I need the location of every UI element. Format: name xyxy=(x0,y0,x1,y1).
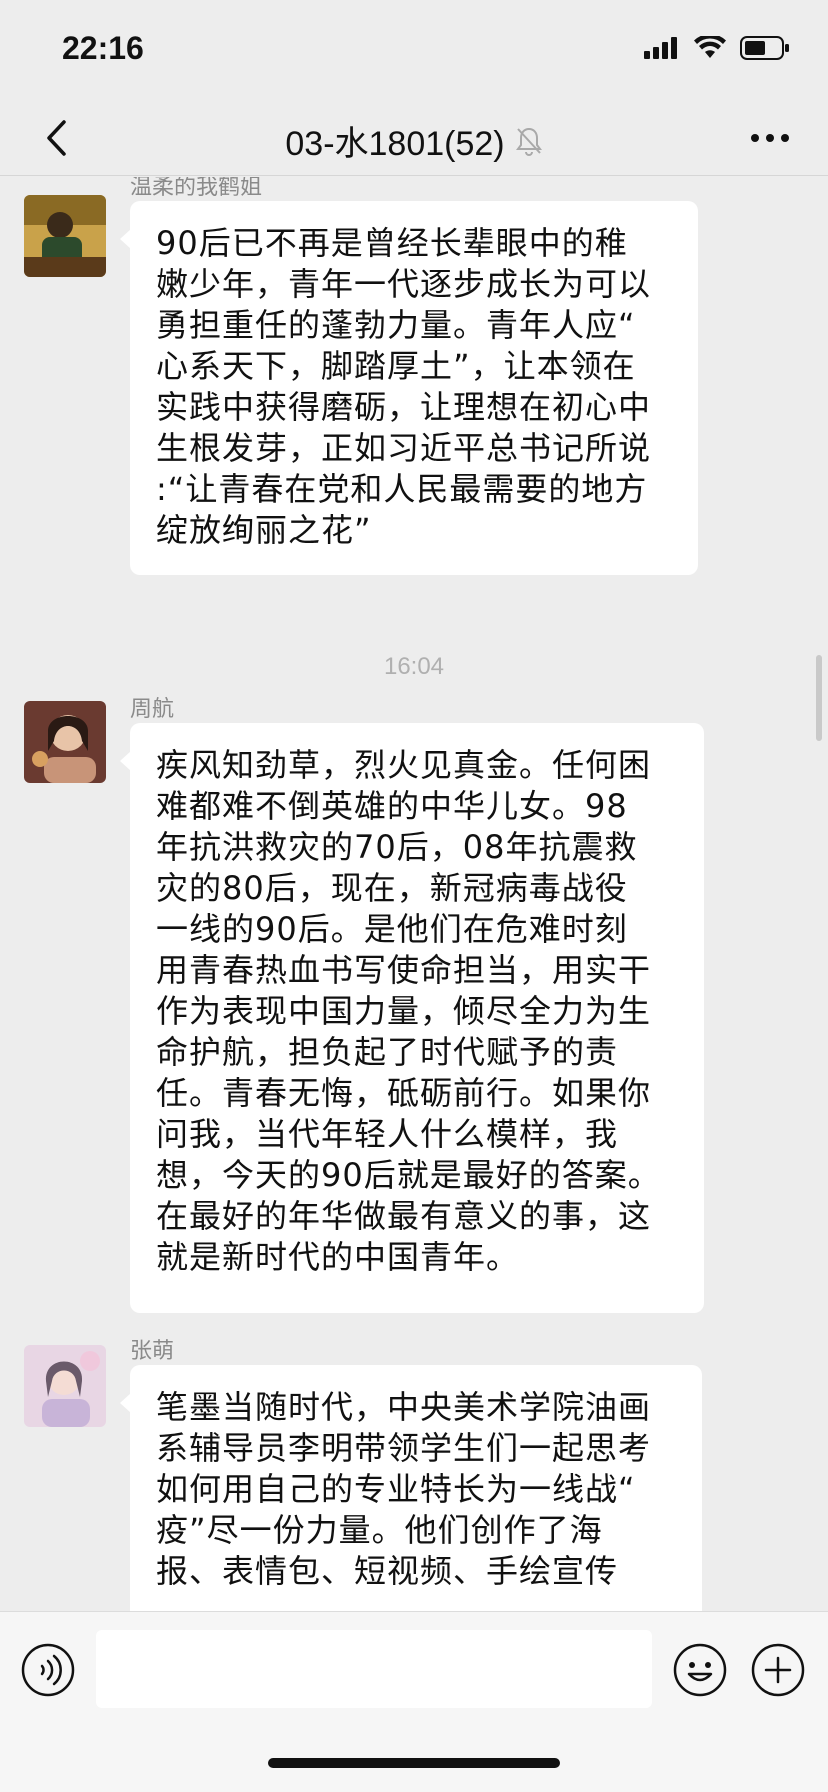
chat-title-container: 03-水1801(52) xyxy=(0,116,828,165)
sender-name: 周航 xyxy=(130,696,175,721)
avatar[interactable] xyxy=(24,195,106,277)
time-separator: 16:04 xyxy=(383,653,445,680)
status-time: 22:16 xyxy=(62,30,144,66)
voice-button[interactable] xyxy=(20,1642,76,1698)
chat-messages[interactable]: 温柔的我鹤姐 90后已不再是曾经长辈眼中的稚 嫩少年，青年一代逐步成长为可以 勇… xyxy=(0,177,828,1611)
more-dots-icon xyxy=(751,134,789,142)
avatar[interactable] xyxy=(24,1345,106,1427)
home-indicator xyxy=(268,1758,560,1768)
message-input[interactable] xyxy=(96,1630,652,1708)
bell-muted-icon xyxy=(515,127,542,156)
emoji-icon xyxy=(673,1643,727,1697)
status-bar: 22:16 xyxy=(0,0,828,100)
wifi-icon xyxy=(694,36,726,58)
avatar[interactable] xyxy=(24,701,106,783)
voice-icon xyxy=(21,1643,75,1697)
plus-icon xyxy=(751,1643,805,1697)
message-bubble[interactable]: 笔墨当随时代，中央美术学院油画 系辅导员李明带领学生们一起思考 如何用自己的专业… xyxy=(120,1365,702,1611)
plus-button[interactable] xyxy=(750,1642,806,1698)
emoji-button[interactable] xyxy=(672,1642,728,1698)
sender-name: 张萌 xyxy=(130,1338,175,1363)
battery-icon xyxy=(740,36,789,60)
message-bubble[interactable]: 疾风知劲草，烈火见真金。任何困 难都难不倒英雄的中华儿女。98 年抗洪救灾的70… xyxy=(120,723,704,1313)
cellular-signal-icon xyxy=(644,37,677,59)
chat-header: 03-水1801(52) xyxy=(0,100,828,176)
message-bubble[interactable]: 90后已不再是曾经长辈眼中的稚 嫩少年，青年一代逐步成长为可以 勇担重任的蓬勃力… xyxy=(120,201,698,575)
chat-title: 03-水1801(52) xyxy=(285,125,505,163)
scrollbar[interactable] xyxy=(816,655,822,741)
status-icons xyxy=(644,36,790,60)
sender-name: 温柔的我鹤姐 xyxy=(130,177,263,199)
more-button[interactable] xyxy=(748,120,792,156)
